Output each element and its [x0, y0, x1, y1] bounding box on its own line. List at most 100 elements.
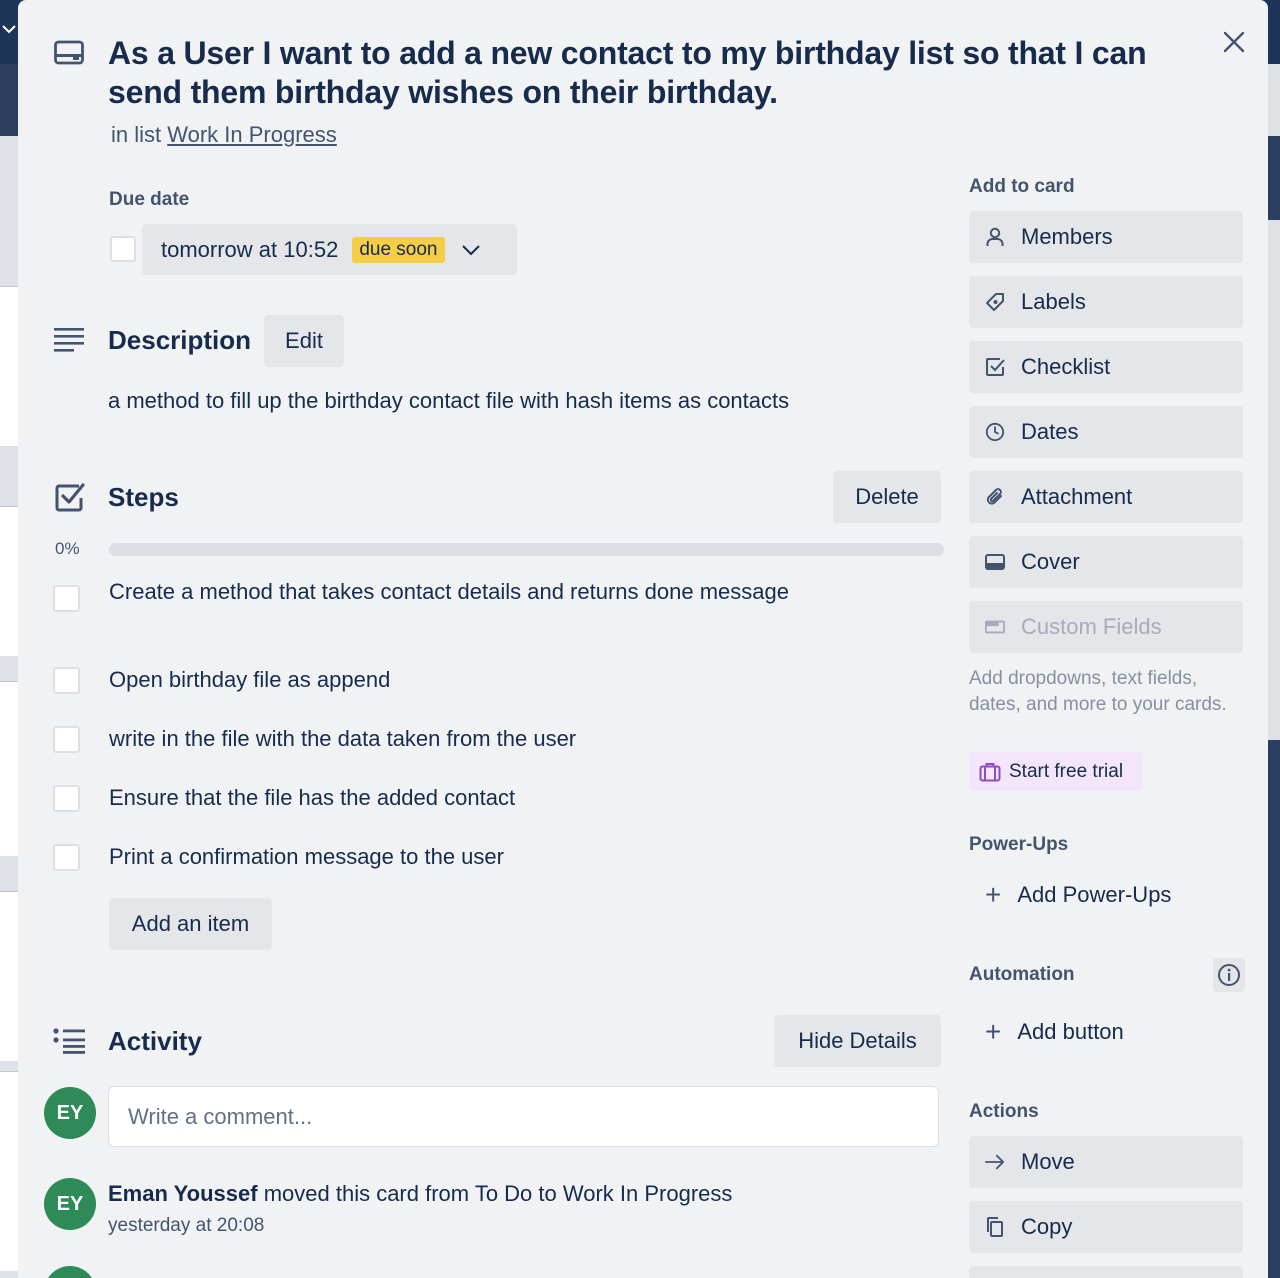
custom-fields-button-label: Custom Fields [1021, 614, 1162, 639]
card-icon [54, 40, 84, 65]
actions-label: Actions [969, 1101, 1039, 1122]
add-checklist-item-button[interactable]: Add an item [109, 898, 272, 950]
background-card [0, 506, 18, 656]
checklist-item-text[interactable]: Print a confirmation message to the user [109, 840, 809, 873]
chevron-down-icon [461, 244, 480, 255]
edit-description-button[interactable]: Edit [264, 315, 344, 367]
dates-button-label: Dates [1021, 419, 1079, 444]
activity-timestamp[interactable]: yesterday at 20:08 [108, 1215, 264, 1237]
due-date-label: Due date [109, 189, 190, 210]
checklist-item[interactable]: Create a method that takes contact detai… [53, 575, 913, 641]
automation-label: Automation [969, 964, 1075, 985]
cover-button-label: Cover [1021, 549, 1080, 574]
add-power-ups-button[interactable]: + Add Power-Ups [969, 869, 1243, 921]
board-list-right [1268, 220, 1280, 740]
custom-fields-description: Add dropdowns, text fields, dates, and m… [969, 668, 1227, 715]
checklist-item-text[interactable]: Ensure that the file has the added conta… [109, 781, 809, 814]
background-card [0, 681, 18, 856]
activity-entry: Eman Youssef moved this card from To Do … [108, 1181, 732, 1207]
avatar[interactable] [44, 1266, 96, 1278]
checklist-item[interactable]: Print a confirmation message to the user [53, 840, 913, 876]
list-link[interactable]: Work In Progress [167, 122, 337, 147]
due-date-value: tomorrow at 10:52 [161, 236, 339, 262]
board-panel-right [1268, 64, 1280, 136]
card-icon [985, 552, 1005, 572]
attachment-button-label: Attachment [1021, 484, 1133, 509]
checklist-item-checkbox[interactable] [53, 667, 80, 694]
sidebar-action-button-partial[interactable] [969, 1266, 1243, 1278]
fields-icon [985, 617, 1005, 637]
due-soon-badge: due soon [352, 236, 445, 263]
paperclip-icon [985, 487, 1005, 507]
automation-info-button[interactable] [1213, 958, 1245, 992]
description-title: Description [108, 325, 252, 355]
checklist-progress-percent: 0% [55, 539, 80, 558]
close-button[interactable] [1214, 22, 1254, 62]
labels-button[interactable]: Labels [969, 276, 1243, 328]
board-list-background [0, 136, 18, 1278]
checklist-button[interactable]: Checklist [969, 341, 1243, 393]
checklist-progress-bar [109, 543, 944, 556]
add-to-card-label: Add to card [969, 176, 1075, 197]
info-icon [1218, 964, 1240, 986]
briefcase-icon [979, 762, 1001, 781]
description-text[interactable]: a method to fill up the birthday contact… [108, 388, 789, 414]
add-button-button[interactable]: + Add button [969, 1006, 1243, 1058]
avatar[interactable]: EY [44, 1087, 96, 1139]
list-breadcrumb: in list Work In Progress [111, 122, 337, 148]
members-button[interactable]: Members [969, 211, 1243, 263]
in-list-prefix: in list [111, 122, 162, 147]
cover-button[interactable]: Cover [969, 536, 1243, 588]
attachment-button[interactable]: Attachment [969, 471, 1243, 523]
checklist-item-checkbox[interactable] [53, 844, 80, 871]
description-icon [54, 328, 84, 352]
add-button-label: Add button [1017, 1019, 1124, 1044]
activity-title: Activity [108, 1026, 202, 1056]
checklist-item-text[interactable]: Create a method that takes contact detai… [109, 575, 809, 608]
checklist-item[interactable]: Open birthday file as append [53, 663, 913, 699]
card-title[interactable]: As a User I want to add a new contact to… [108, 34, 1188, 112]
checklist-item-checkbox[interactable] [53, 785, 80, 812]
checklist-title[interactable]: Steps [108, 482, 179, 513]
comment-input[interactable]: Write a comment... [108, 1086, 939, 1147]
plus-icon: + [985, 1016, 1002, 1047]
add-power-ups-label: Add Power-Ups [1017, 882, 1172, 907]
clock-icon [985, 422, 1005, 442]
plus-icon: + [985, 879, 1002, 910]
checklist-item[interactable]: write in the file with the data taken fr… [53, 722, 913, 758]
hide-details-button[interactable]: Hide Details [774, 1015, 941, 1067]
checklist-item-checkbox[interactable] [53, 585, 80, 612]
checkbox-icon [985, 357, 1005, 377]
copy-button-label: Copy [1021, 1214, 1073, 1239]
person-icon [985, 227, 1005, 247]
avatar[interactable]: EY [44, 1178, 96, 1230]
arrow-right-icon [985, 1152, 1005, 1172]
start-free-trial-label: Start free trial [1009, 760, 1124, 782]
activity-action: moved this card from To Do to Work In Pr… [263, 1181, 733, 1206]
labels-button-label: Labels [1021, 289, 1086, 314]
move-button-label: Move [1021, 1149, 1075, 1174]
checklist-icon [55, 483, 85, 512]
background-card [0, 1071, 18, 1271]
background-card [0, 286, 18, 446]
card-detail-modal: As a User I want to add a new contact to… [18, 0, 1268, 1278]
checklist-item-text[interactable]: Open birthday file as append [109, 663, 809, 696]
custom-fields-button[interactable]: Custom Fields [969, 601, 1243, 653]
checklist-item-text[interactable]: write in the file with the data taken fr… [109, 722, 809, 755]
tag-icon [985, 292, 1005, 312]
checklist-item[interactable]: Ensure that the file has the added conta… [53, 781, 913, 817]
activity-icon [53, 1028, 85, 1054]
background-card [0, 891, 18, 1061]
due-complete-checkbox[interactable] [110, 236, 136, 262]
checklist-item-checkbox[interactable] [53, 726, 80, 753]
power-ups-label: Power-Ups [969, 834, 1069, 855]
due-date-button[interactable]: tomorrow at 10:52 due soon [142, 224, 517, 275]
close-icon [1223, 31, 1245, 53]
activity-user[interactable]: Eman Youssef [108, 1181, 258, 1206]
move-button[interactable]: Move [969, 1136, 1243, 1188]
dates-button[interactable]: Dates [969, 406, 1243, 458]
checklist-button-label: Checklist [1021, 354, 1111, 379]
delete-checklist-button[interactable]: Delete [833, 471, 941, 523]
start-free-trial-button[interactable]: Start free trial [969, 752, 1143, 791]
copy-button[interactable]: Copy [969, 1201, 1243, 1253]
